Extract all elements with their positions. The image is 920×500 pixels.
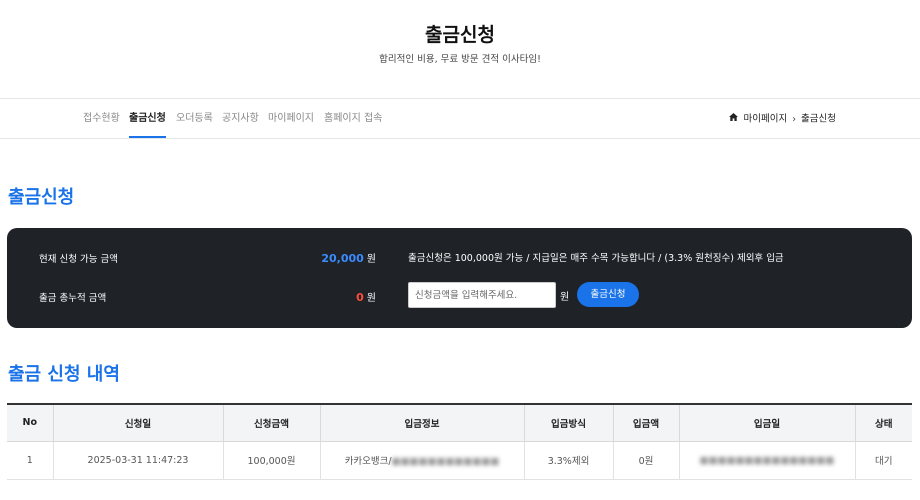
tab-order-register[interactable]: 오더등록 [176,99,213,138]
nav-bar: 접수현황 출금신청 오더등록 공지사항 마이페이지 홈페이지 접속 마이페이지 ›… [0,99,920,139]
tab-withdraw[interactable]: 출금신청 [129,99,166,138]
cell-deposit-bank: 카카오뱅크/ [344,456,392,467]
history-section-title: 출금 신청 내역 [8,364,120,385]
table-header-row: No 신청일 신청금액 입금정보 입금방식 입금액 입금일 상태 [7,403,912,442]
tab-homepage[interactable]: 홈페이지 접속 [324,99,382,138]
breadcrumb-current: 출금신청 [801,113,836,125]
col-header-deposit-method: 입금방식 [523,403,613,442]
input-unit: 원 [560,292,570,303]
tab-mypage[interactable]: 마이페이지 [268,99,314,138]
col-header-deposit-amount: 입금액 [612,403,679,442]
cell-deposit-info: 카카오뱅크/■■■■■■■■■■■■ [319,441,524,480]
withdraw-panel: 현재 신청 가능 금액 20,000 원 출금 총누적 금액 0원 출금신청은 1… [7,228,912,328]
available-amount-unit: 원 [366,254,376,265]
cell-deposit-method: 3.3%제외 [523,441,613,480]
available-amount: 20,000 원 [321,250,376,265]
total-amount-unit: 원 [366,293,376,304]
col-header-no: No [7,403,53,442]
home-icon[interactable] [728,99,738,139]
withdraw-submit-button[interactable]: 출금신청 [577,282,639,307]
withdraw-section-title: 출금신청 [8,187,75,208]
table-row: 1 2025-03-31 11:47:23 100,000원 카카오뱅크/■■■… [7,441,912,480]
cell-request-date: 2025-03-31 11:47:23 [52,441,223,480]
total-amount: 0원 [356,289,376,304]
breadcrumb: 마이페이지 › 출금신청 [728,99,836,139]
redacted-account-number: ■■■■■■■■■■■■ [391,456,500,467]
col-header-status: 상태 [854,403,912,442]
page-subtitle: 합리적인 비용, 무료 방문 견적 이사타임! [379,54,541,65]
tab-status[interactable]: 접수현황 [83,99,120,138]
total-amount-value: 0 [356,291,364,304]
available-amount-label: 현재 신청 가능 금액 [39,254,118,265]
cell-status: 대기 [854,441,912,480]
tab-notice[interactable]: 공지사항 [222,99,259,138]
withdraw-amount-input[interactable] [408,282,556,308]
col-header-deposit-info: 입금정보 [319,403,524,442]
redacted-deposit-date: ■■■■■■■■■■■■■■■ [699,454,835,466]
available-amount-value: 20,000 [321,252,364,265]
cell-deposit-date: ■■■■■■■■■■■■■■■ [678,441,855,480]
cell-request-amount: 100,000원 [222,441,320,480]
cell-deposit-amount: 0원 [612,441,679,480]
page-title: 출금신청 [425,24,495,46]
breadcrumb-separator: › [792,113,797,125]
breadcrumb-mypage[interactable]: 마이페이지 [744,114,788,125]
history-table: No 신청일 신청금액 입금정보 입금방식 입금액 입금일 상태 1 2025-… [7,403,912,480]
col-header-request-amount: 신청금액 [222,403,320,442]
total-amount-label: 출금 총누적 금액 [39,293,107,304]
col-header-request-date: 신청일 [52,403,223,442]
withdraw-notice: 출금신청은 100,000원 가능 / 지급일은 매주 수목 가능합니다 / (… [408,253,784,264]
col-header-deposit-date: 입금일 [678,403,855,442]
page-header: 출금신청 합리적인 비용, 무료 방문 견적 이사타임! [0,0,920,99]
cell-no: 1 [7,441,53,480]
